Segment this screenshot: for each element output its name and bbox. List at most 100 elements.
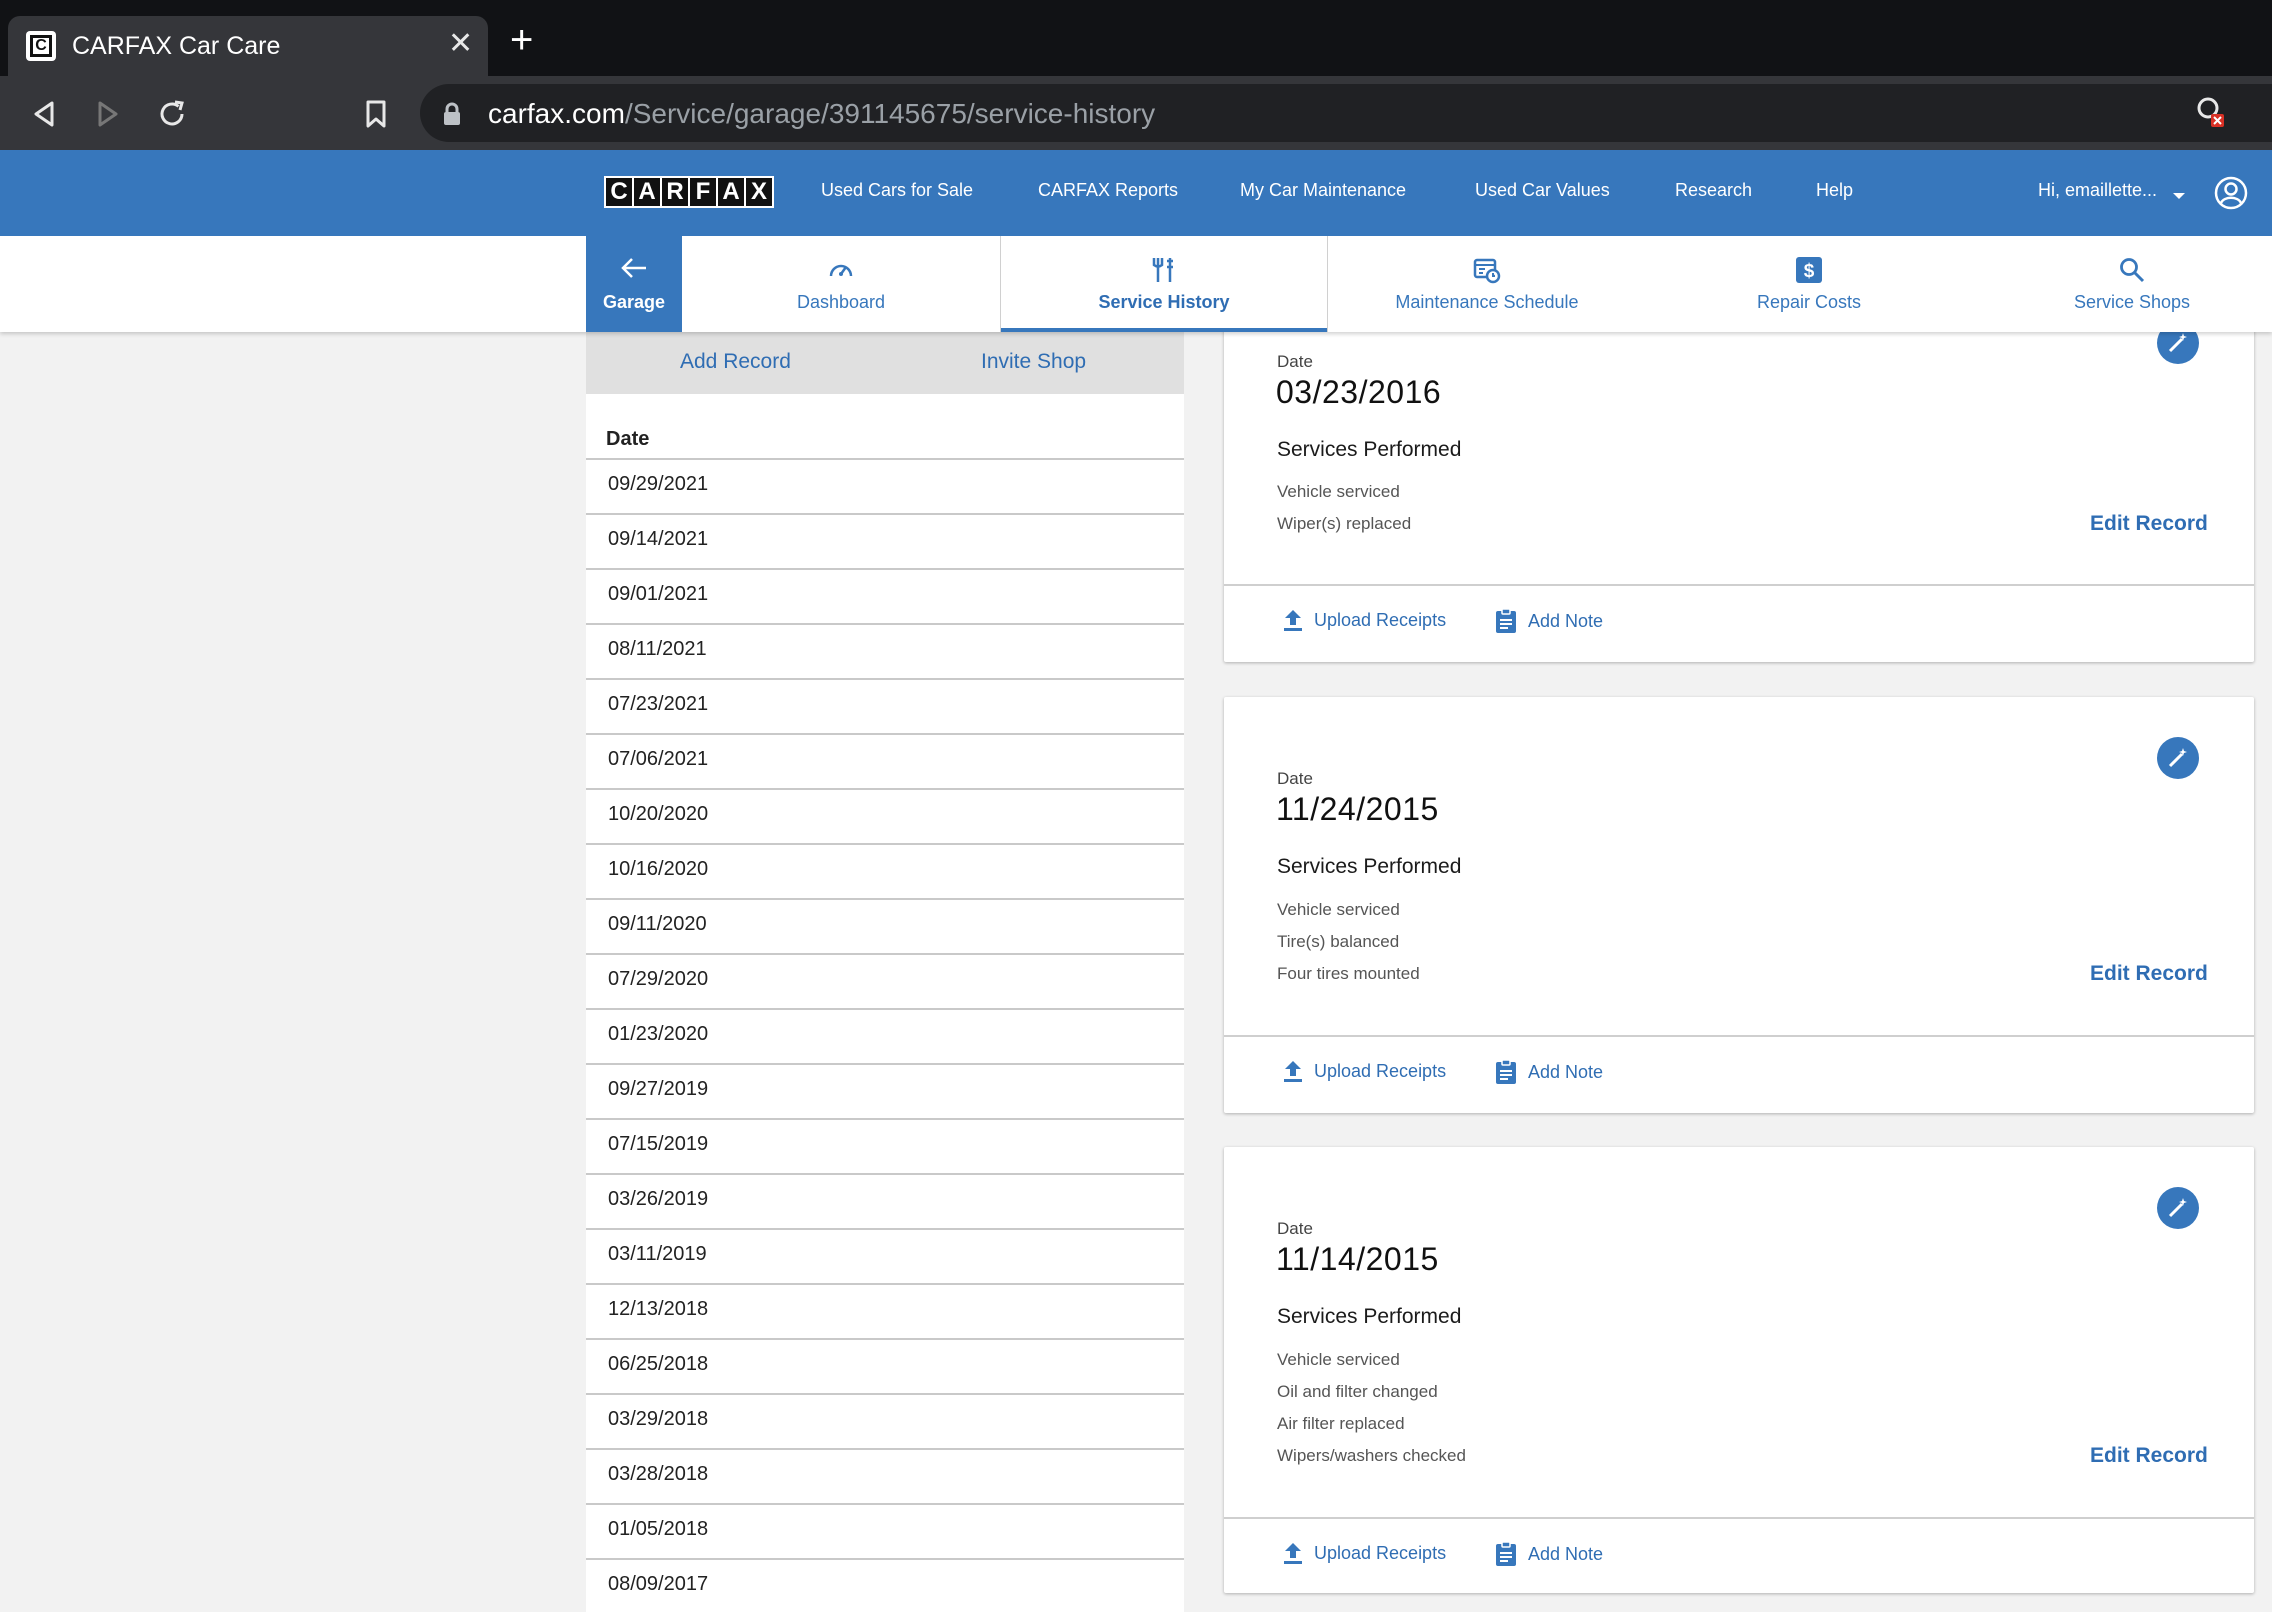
record-date: 11/14/2015 (1276, 1241, 1439, 1277)
user-menu[interactable]: Hi, emaillette... (2038, 180, 2157, 201)
new-tab-icon[interactable]: + (510, 20, 533, 60)
edit-record-button[interactable]: Edit Record (2090, 1444, 2208, 1468)
clipboard-icon (1496, 1541, 1516, 1566)
list-item[interactable]: 07/29/2020 (586, 953, 1184, 1008)
tab-label: Service Shops (2073, 292, 2191, 312)
carfax-logo[interactable]: C A R F A X (604, 176, 774, 208)
list-item[interactable]: 07/23/2021 (586, 678, 1184, 733)
service-item: Wiper(s) replaced (1277, 514, 1412, 533)
add-record-button[interactable]: Add Record (680, 350, 791, 374)
service-record-card: Date 11/14/2015 Services Performed Vehic… (1224, 1147, 2254, 1593)
list-item[interactable]: 08/11/2021 (586, 623, 1184, 678)
clipboard-icon (1496, 1059, 1516, 1084)
edit-record-button[interactable]: Edit Record (2090, 512, 2208, 536)
list-item[interactable]: 10/16/2020 (586, 843, 1184, 898)
list-item[interactable]: 03/28/2018 (586, 1448, 1184, 1503)
record-date: 03/23/2016 (1276, 374, 1442, 410)
date-label: Date (1277, 352, 1313, 371)
upload-receipts-button[interactable]: Upload Receipts (1282, 1059, 1446, 1083)
logo-letter: A (718, 178, 744, 206)
tab-repair-costs[interactable]: $ Repair Costs (1646, 236, 1972, 332)
list-item[interactable]: 07/15/2019 (586, 1118, 1184, 1173)
nav-used-cars-for-sale[interactable]: Used Cars for Sale (821, 180, 973, 201)
list-item[interactable]: 09/27/2019 (586, 1063, 1184, 1118)
tab-label: Dashboard (796, 292, 886, 312)
logo-letter: R (662, 178, 688, 206)
back-icon[interactable] (24, 94, 64, 134)
list-item[interactable]: 01/05/2018 (586, 1503, 1184, 1558)
address-bar[interactable]: carfax.com/Service/garage/391145675/serv… (420, 84, 2272, 142)
card-divider (1224, 584, 2254, 586)
list-item[interactable]: 09/01/2021 (586, 568, 1184, 623)
url-text: carfax.com/Service/garage/391145675/serv… (488, 98, 1156, 129)
list-item[interactable]: 01/23/2020 (586, 1008, 1184, 1063)
list-item[interactable]: 09/11/2020 (586, 898, 1184, 953)
nav-my-car-maintenance[interactable]: My Car Maintenance (1240, 180, 1406, 201)
list-item[interactable]: 03/26/2019 (586, 1173, 1184, 1228)
upload-receipts-button[interactable]: Upload Receipts (1282, 608, 1446, 632)
caret-down-icon[interactable] (2172, 187, 2186, 205)
tab-label: Maintenance Schedule (1395, 292, 1579, 312)
svg-text:$: $ (1804, 261, 1815, 282)
tab-maintenance-schedule[interactable]: Maintenance Schedule (1328, 236, 1646, 332)
browser-tab[interactable]: C CARFAX Car Care ✕ (8, 16, 488, 76)
nav-research[interactable]: Research (1675, 180, 1752, 201)
garage-back-button[interactable]: Garage (586, 236, 682, 332)
date-label: Date (1277, 769, 1313, 788)
upload-receipts-button[interactable]: Upload Receipts (1282, 1541, 1446, 1565)
magic-wand-edit-icon[interactable] (2157, 1187, 2199, 1229)
logo-letter: C (606, 178, 632, 206)
tab-service-shops[interactable]: Service Shops (1972, 236, 2272, 332)
edit-record-button[interactable]: Edit Record (2090, 962, 2208, 986)
list-item[interactable]: 08/09/2017 (586, 1558, 1184, 1612)
account-avatar-icon[interactable] (2214, 176, 2248, 215)
clipboard-icon (1496, 608, 1516, 633)
close-tab-icon[interactable]: ✕ (448, 28, 473, 60)
add-note-label: Add Note (1528, 1061, 1604, 1082)
card-divider (1224, 1035, 2254, 1037)
add-note-button[interactable]: Add Note (1494, 1059, 1603, 1085)
service-item: Wipers/washers checked (1277, 1446, 1466, 1465)
list-item[interactable]: 09/29/2021 (586, 458, 1184, 513)
tab-service-history[interactable]: Service History (1000, 236, 1328, 332)
tab-dashboard[interactable]: Dashboard (682, 236, 1000, 332)
card-divider (1224, 1517, 2254, 1519)
upload-label: Upload Receipts (1314, 609, 1447, 630)
dollar-icon: $ (1795, 256, 1823, 284)
list-item[interactable]: 09/14/2021 (586, 513, 1184, 568)
add-note-label: Add Note (1528, 1543, 1604, 1564)
services-title: Services Performed (1277, 438, 1462, 461)
tab-label: Repair Costs (1756, 292, 1862, 312)
list-item[interactable]: 03/29/2018 (586, 1393, 1184, 1448)
add-note-label: Add Note (1528, 610, 1604, 631)
add-note-button[interactable]: Add Note (1494, 608, 1603, 634)
list-item[interactable]: 12/13/2018 (586, 1283, 1184, 1338)
active-tab-indicator (1001, 328, 1327, 332)
add-note-button[interactable]: Add Note (1494, 1541, 1603, 1567)
garage-label: Garage (602, 292, 666, 312)
forward-icon[interactable] (88, 94, 128, 134)
service-record-card: Date 03/23/2016 Services Performed Vehic… (1224, 310, 2254, 662)
date-label: Date (1277, 1219, 1313, 1238)
bookmark-icon[interactable] (356, 94, 396, 134)
nav-carfax-reports[interactable]: CARFAX Reports (1038, 180, 1178, 201)
nav-used-car-values[interactable]: Used Car Values (1475, 180, 1610, 201)
logo-letter: A (634, 178, 660, 206)
speedometer-icon (827, 256, 855, 284)
service-item: Oil and filter changed (1277, 1382, 1438, 1401)
service-item: Air filter replaced (1277, 1414, 1405, 1433)
invite-shop-button[interactable]: Invite Shop (981, 350, 1086, 374)
nav-help[interactable]: Help (1816, 180, 1853, 201)
list-actions-bar: Add Record Invite Shop (586, 332, 1184, 394)
list-item[interactable]: 03/11/2019 (586, 1228, 1184, 1283)
list-item[interactable]: 10/20/2020 (586, 788, 1184, 843)
list-item[interactable]: 07/06/2021 (586, 733, 1184, 788)
magic-wand-edit-icon[interactable] (2157, 737, 2199, 779)
date-column-header: Date (606, 428, 650, 450)
reload-icon[interactable] (152, 94, 192, 134)
upload-icon (1284, 610, 1302, 631)
extension-icon[interactable] (2196, 96, 2226, 135)
list-item[interactable]: 06/25/2018 (586, 1338, 1184, 1393)
upload-icon (1284, 1543, 1302, 1564)
arrow-left-icon (620, 256, 648, 285)
